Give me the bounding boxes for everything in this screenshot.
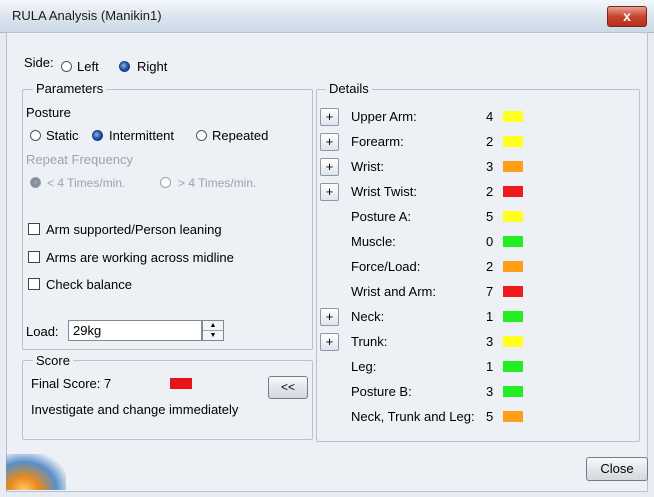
detail-color-swatch [503,211,523,222]
repeat-lt4-label[interactable]: < 4 Times/min. [47,176,125,190]
side-left-radio[interactable] [61,61,72,72]
detail-label: Leg: [351,359,377,374]
close-icon: x [623,8,631,24]
posture-repeated-label[interactable]: Repeated [212,128,268,143]
final-score-label: Final Score: 7 [31,376,112,391]
check-balance-label[interactable]: Check balance [46,277,132,292]
check-balance-checkbox[interactable] [28,278,40,290]
detail-color-swatch [503,386,523,397]
detail-label: Wrist: [351,159,384,174]
detail-value: 2 [486,259,494,274]
load-label: Load: [26,324,59,339]
detail-value: 3 [486,384,494,399]
expand-plus-icon[interactable]: + [320,158,339,176]
detail-color-swatch [503,261,523,272]
repeat-gt4-radio[interactable] [160,177,171,188]
detail-label: Wrist Twist: [351,184,417,199]
window-title: RULA Analysis (Manikin1) [12,8,162,23]
detail-color-swatch [503,361,523,372]
expand-plus-icon[interactable]: + [320,133,339,151]
detail-label: Posture A: [351,209,411,224]
arms-midline-label[interactable]: Arms are working across midline [46,250,234,265]
arm-supported-checkbox[interactable] [28,223,40,235]
side-left-label[interactable]: Left [77,59,99,74]
detail-value: 5 [486,409,494,424]
posture-intermittent-radio[interactable] [92,130,103,141]
detail-label: Upper Arm: [351,109,417,124]
posture-intermittent-label[interactable]: Intermittent [109,128,174,143]
detail-value: 3 [486,334,494,349]
detail-value: 7 [486,284,494,299]
posture-label: Posture [26,105,71,120]
final-score-swatch [170,378,192,389]
detail-value: 4 [486,109,494,124]
posture-repeated-radio[interactable] [196,130,207,141]
detail-value: 3 [486,159,494,174]
title-bar[interactable]: RULA Analysis (Manikin1) x [0,0,654,33]
score-group [22,360,313,440]
collapse-details-button[interactable]: << [268,376,308,399]
detail-label: Posture B: [351,384,412,399]
close-button[interactable]: Close [586,457,648,481]
spin-down-icon[interactable]: ▼ [203,331,223,340]
expand-plus-icon[interactable]: + [320,183,339,201]
load-input[interactable] [68,320,202,341]
side-right-radio[interactable] [119,61,130,72]
detail-color-swatch [503,161,523,172]
spin-up-icon[interactable]: ▲ [203,321,223,331]
collapse-label: << [280,380,295,394]
catia-logo-icon [6,454,66,490]
parameters-legend: Parameters [33,81,107,96]
detail-value: 1 [486,359,494,374]
repeat-frequency-label: Repeat Frequency [26,152,133,167]
detail-value: 1 [486,309,494,324]
detail-color-swatch [503,336,523,347]
detail-color-swatch [503,186,523,197]
score-legend: Score [33,353,73,368]
detail-color-swatch [503,411,523,422]
expand-plus-icon[interactable]: + [320,308,339,326]
detail-label: Muscle: [351,234,396,249]
detail-value: 2 [486,184,494,199]
posture-static-radio[interactable] [30,130,41,141]
detail-value: 0 [486,234,494,249]
expand-plus-icon[interactable]: + [320,108,339,126]
arms-midline-checkbox[interactable] [28,251,40,263]
detail-label: Force/Load: [351,259,421,274]
detail-label: Trunk: [351,334,388,349]
score-message: Investigate and change immediately [31,402,239,417]
detail-color-swatch [503,286,523,297]
detail-label: Wrist and Arm: [351,284,437,299]
detail-color-swatch [503,111,523,122]
side-label: Side: [24,55,54,70]
detail-color-swatch [503,236,523,247]
detail-color-swatch [503,311,523,322]
side-right-label[interactable]: Right [137,59,167,74]
detail-color-swatch [503,136,523,147]
detail-label: Neck, Trunk and Leg: [351,409,475,424]
detail-value: 2 [486,134,494,149]
detail-value: 5 [486,209,494,224]
posture-static-label[interactable]: Static [46,128,79,143]
close-button-label: Close [600,461,634,476]
repeat-lt4-radio[interactable] [30,177,41,188]
detail-label: Forearm: [351,134,404,149]
window-close-button[interactable]: x [607,6,647,27]
expand-plus-icon[interactable]: + [320,333,339,351]
details-legend: Details [326,81,372,96]
repeat-gt4-label[interactable]: > 4 Times/min. [178,176,256,190]
load-spinner[interactable]: ▲ ▼ [202,320,224,341]
rula-dialog-window: RULA Analysis (Manikin1) x Side: Left Ri… [0,0,654,497]
detail-label: Neck: [351,309,385,324]
arm-supported-label[interactable]: Arm supported/Person leaning [46,222,222,237]
